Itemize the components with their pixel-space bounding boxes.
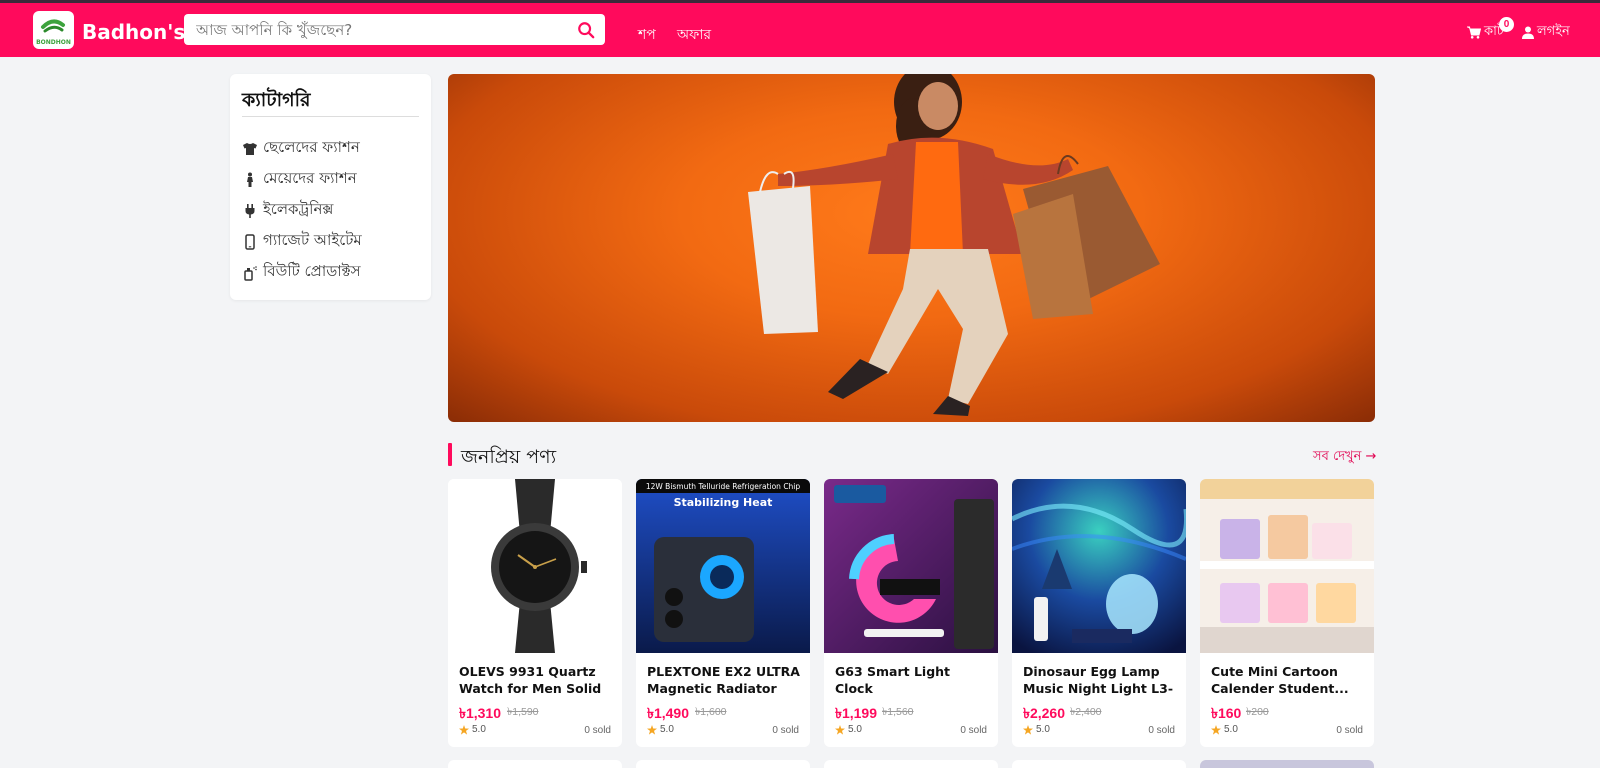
sidebar-item-womens-fashion[interactable]: মেয়েদের ফ্যাশন <box>242 167 357 192</box>
mobile-icon <box>245 233 255 250</box>
rating-value: 5.0 <box>1224 724 1238 735</box>
product-card[interactable]: 12W Bismuth Telluride Refrigeration Chip… <box>636 479 810 747</box>
product-name[interactable]: Cute Mini Cartoon Calender Student... <box>1211 663 1367 697</box>
star-icon <box>459 724 469 735</box>
product-card[interactable]: Dinosaur Egg Lamp Music Night Light L3-L… <box>1012 479 1186 747</box>
product-sold: 0 sold <box>584 725 611 736</box>
product-name[interactable]: Dinosaur Egg Lamp Music Night Light L3-L… <box>1023 663 1179 697</box>
cart-icon <box>1467 26 1481 39</box>
sidebar-item-label: গ্যাজেট আইটেম <box>263 231 362 249</box>
rating-value: 5.0 <box>1036 724 1050 735</box>
product-rating: 5.0 <box>459 724 486 735</box>
product-rating: 5.0 <box>1211 724 1238 735</box>
user-icon <box>1522 26 1534 39</box>
product-card-partial[interactable] <box>1012 760 1186 768</box>
product-name[interactable]: PLEXTONE EX2 ULTRA Magnetic Radiator for… <box>647 663 803 697</box>
sidebar-divider <box>242 116 419 117</box>
shirt-icon <box>243 142 257 155</box>
product-price: ৳2,260 <box>1023 705 1066 721</box>
product-image <box>1012 479 1186 653</box>
product-card[interactable]: G63 Smart Light Clock ৳1,199 ৳1,560 5.0 … <box>824 479 998 747</box>
sidebar-item-electronics[interactable]: ইলেকট্রনিক্স <box>242 198 333 223</box>
product-card-partial[interactable] <box>636 760 810 768</box>
login-label: লগইন <box>1537 24 1570 39</box>
cart-count-badge: 0 <box>1499 17 1514 32</box>
product-image-headline: 12W Bismuth Telluride Refrigeration Chip <box>646 482 801 491</box>
section-title: জনপ্রিয় পণ্য <box>461 446 557 468</box>
category-sidebar: ক্যাটাগরি ছেলেদের ফ্যাশন মেয়েদের ফ্যাশন… <box>230 74 431 300</box>
search-input[interactable] <box>196 14 566 45</box>
sidebar-item-label: ছেলেদের ফ্যাশন <box>263 138 360 156</box>
hero-banner[interactable] <box>448 74 1375 422</box>
product-image <box>448 479 622 653</box>
product-old-price: ৳1,560 <box>882 706 914 718</box>
product-image <box>1200 479 1374 653</box>
product-card-partial[interactable] <box>1200 760 1374 768</box>
product-rating: 5.0 <box>835 724 862 735</box>
star-icon <box>835 724 845 735</box>
product-card-partial[interactable] <box>448 760 622 768</box>
nav-shop[interactable]: শপ <box>638 23 656 47</box>
sidebar-item-gadgets[interactable]: গ্যাজেট আইটেম <box>242 229 362 254</box>
product-price: ৳1,199 <box>835 705 878 721</box>
product-sold: 0 sold <box>772 725 799 736</box>
product-image: 12W Bismuth Telluride Refrigeration Chip… <box>636 479 810 653</box>
product-old-price: ৳1,600 <box>695 706 727 718</box>
nav-offer[interactable]: অফার <box>677 23 711 47</box>
hero-banner-image <box>748 74 1160 416</box>
see-all-link[interactable]: সব দেখুন → <box>1313 447 1376 468</box>
brand-name[interactable]: Badhon's <box>82 20 185 44</box>
sidebar-item-label: ইলেকট্রনিক্স <box>263 200 334 218</box>
star-icon <box>1211 724 1221 735</box>
product-name[interactable]: G63 Smart Light Clock <box>835 663 991 697</box>
product-sold: 0 sold <box>1148 725 1175 736</box>
product-price: ৳160 <box>1211 705 1242 721</box>
product-price: ৳1,310 <box>459 705 502 721</box>
product-rating: 5.0 <box>1023 724 1050 735</box>
spray-icon <box>244 265 257 281</box>
search-bar <box>184 14 605 45</box>
login-button[interactable]: লগইন <box>1522 22 1570 43</box>
star-icon <box>1023 724 1033 735</box>
product-sold: 0 sold <box>960 725 987 736</box>
product-image <box>824 479 998 653</box>
sidebar-item-label: বিউটি প্রোডাক্টস <box>263 262 361 280</box>
sidebar-item-mens-fashion[interactable]: ছেলেদের ফ্যাশন <box>242 136 360 161</box>
woman-icon <box>247 172 253 187</box>
product-image-subheadline: Stabilizing Heat <box>674 496 773 509</box>
product-name[interactable]: OLEVS 9931 Quartz Watch for Men Solid St… <box>459 663 615 697</box>
product-card[interactable]: Cute Mini Cartoon Calender Student... ৳1… <box>1200 479 1374 747</box>
logo-text: BONDHON <box>36 39 71 46</box>
sidebar-title: ক্যাটাগরি <box>242 89 311 111</box>
header: BONDHON Badhon's শপ অফার কার্ট 0 লগইন <box>0 3 1600 57</box>
product-old-price: ৳2,400 <box>1070 706 1102 718</box>
logo[interactable]: BONDHON <box>33 11 74 49</box>
product-card-partial[interactable] <box>824 760 998 768</box>
product-sold: 0 sold <box>1336 725 1363 736</box>
sidebar-item-beauty[interactable]: বিউটি প্রোডাক্টস <box>242 260 361 285</box>
product-rating: 5.0 <box>647 724 674 735</box>
section-accent-bar <box>448 443 452 466</box>
rating-value: 5.0 <box>848 724 862 735</box>
product-price: ৳1,490 <box>647 705 690 721</box>
rating-value: 5.0 <box>472 724 486 735</box>
sidebar-item-label: মেয়েদের ফ্যাশন <box>263 169 357 187</box>
product-old-price: ৳1,590 <box>507 706 539 718</box>
star-icon <box>647 724 657 735</box>
logo-icon <box>41 19 65 33</box>
product-card[interactable]: OLEVS 9931 Quartz Watch for Men Solid St… <box>448 479 622 747</box>
plug-icon <box>245 203 255 218</box>
search-icon[interactable] <box>577 21 595 39</box>
rating-value: 5.0 <box>660 724 674 735</box>
product-old-price: ৳200 <box>1246 706 1269 718</box>
